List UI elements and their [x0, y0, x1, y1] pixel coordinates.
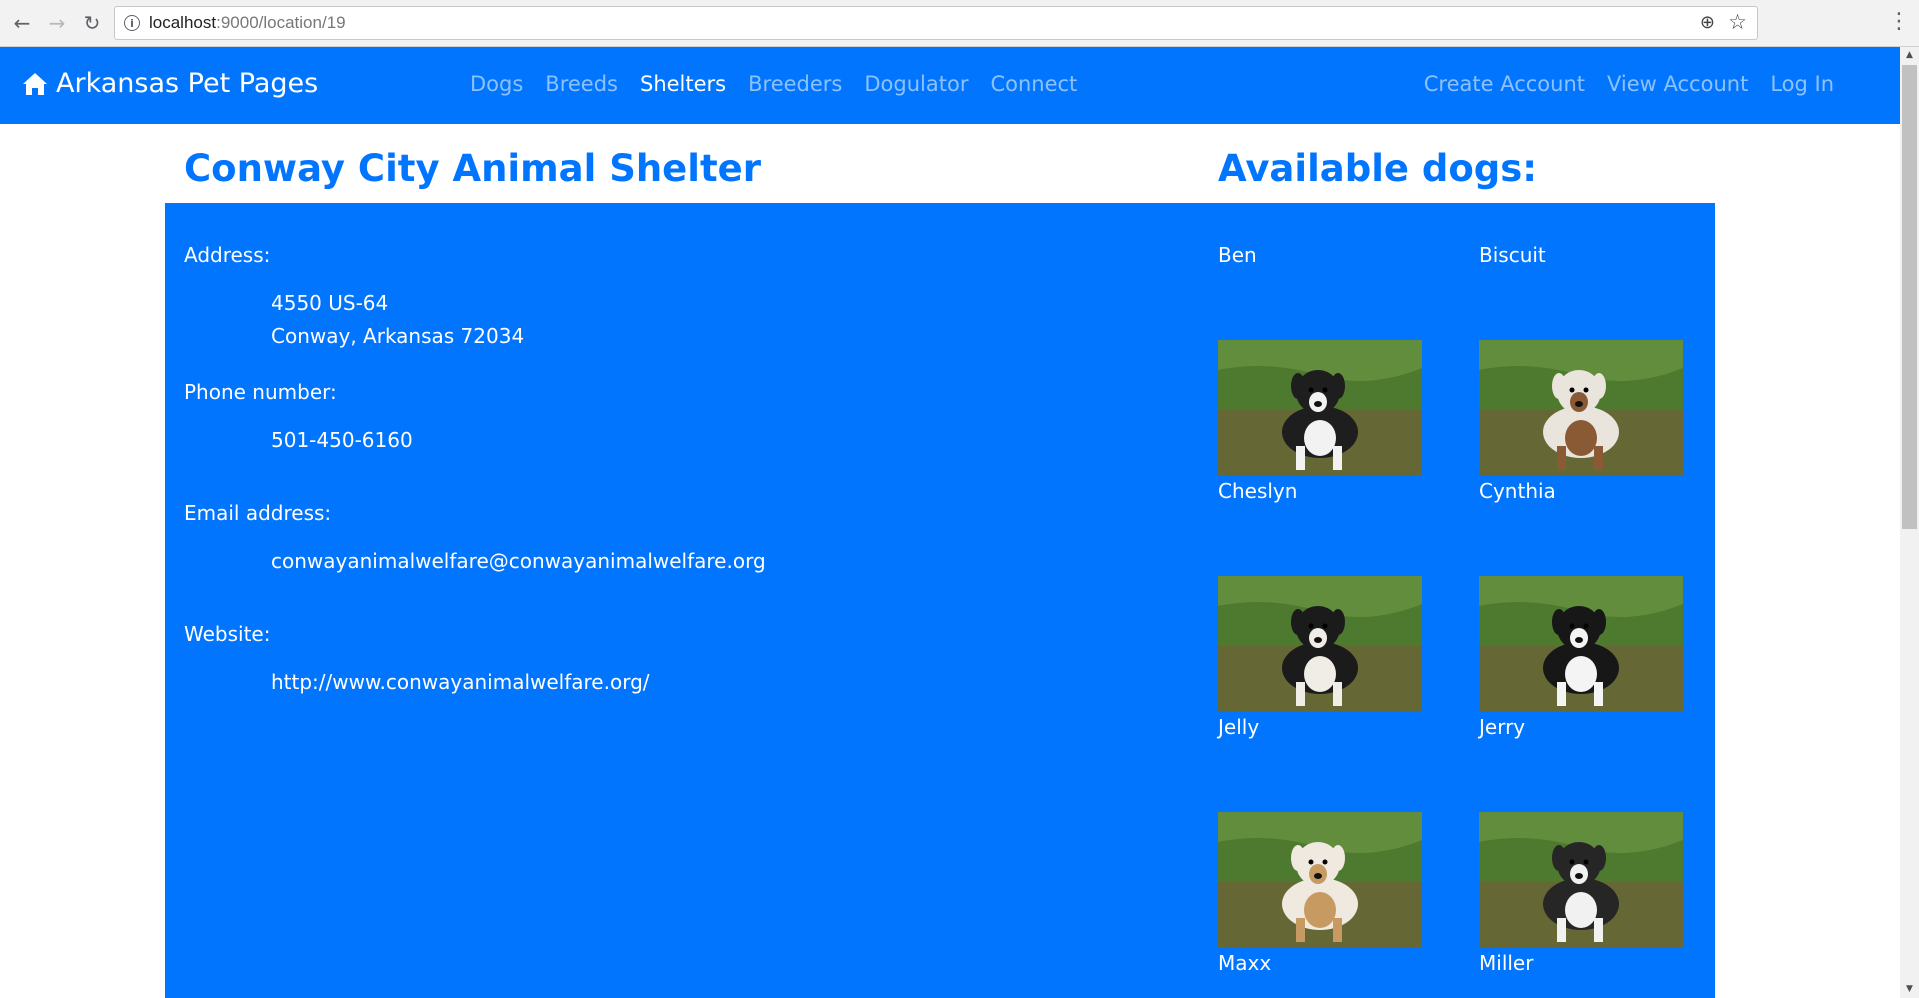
- address-label: Address:: [184, 243, 271, 267]
- main-nav: Dogs Breeds Shelters Breeders Dogulator Conne…: [470, 72, 1099, 96]
- url-path: :9000/location/19: [216, 13, 346, 32]
- reload-icon[interactable]: ↻: [79, 10, 105, 36]
- back-arrow-icon[interactable]: ←: [9, 10, 35, 36]
- nav-breeds-link[interactable]: Breeds: [545, 72, 618, 96]
- website-link[interactable]: http://www.conwayanimalwelfare.org/: [271, 666, 650, 699]
- dog-name-biscuit[interactable]: Biscuit: [1479, 243, 1546, 267]
- dog-photo-ben[interactable]: [1218, 340, 1422, 476]
- email-value[interactable]: conwayanimalwelfare@conwayanimalwelfare.…: [271, 545, 766, 578]
- dog-name-cynthia[interactable]: Cynthia: [1479, 479, 1556, 503]
- dog-name-jelly[interactable]: Jelly: [1218, 715, 1259, 739]
- nav-connect-link[interactable]: Connect: [990, 72, 1077, 96]
- address-bar[interactable]: i localhost:9000/location/19 ⊕ ☆: [114, 6, 1758, 40]
- nav-create-account-link[interactable]: Create Account: [1424, 72, 1585, 96]
- dog-name-miller[interactable]: Miller: [1479, 951, 1533, 975]
- scrollbar-thumb[interactable]: [1902, 65, 1917, 529]
- url-host: localhost: [149, 13, 217, 32]
- dog-name-cheslyn[interactable]: Cheslyn: [1218, 479, 1297, 503]
- nav-dogs-link[interactable]: Dogs: [470, 72, 523, 96]
- shelter-name: Conway City Animal Shelter: [184, 147, 761, 190]
- dog-name-jerry[interactable]: Jerry: [1479, 715, 1525, 739]
- brand-link[interactable]: Arkansas Pet Pages: [22, 68, 318, 99]
- browser-toolbar: ← → ↻ i localhost:9000/location/19 ⊕ ☆ ⋮: [0, 0, 1919, 47]
- phone-value: 501-450-6160: [271, 428, 413, 452]
- address-line1: 4550 US-64: [271, 291, 389, 315]
- shelter-details-panel: Address: 4550 US-64 Conway, Arkansas 720…: [165, 203, 1715, 998]
- phone-label: Phone number:: [184, 380, 337, 404]
- bookmark-star-icon[interactable]: ☆: [1728, 10, 1747, 34]
- address-line2: Conway, Arkansas 72034: [271, 324, 525, 348]
- nav-view-account-link[interactable]: View Account: [1607, 72, 1748, 96]
- vertical-scrollbar[interactable]: ▲ ▼: [1900, 47, 1919, 998]
- website-label: Website:: [184, 622, 271, 646]
- page: Arkansas Pet Pages Dogs Breeds Shelters Bre…: [0, 47, 1900, 998]
- account-nav: Create Account View Account Log In: [1424, 72, 1834, 96]
- available-dogs-heading: Available dogs:: [1218, 147, 1538, 190]
- browser-menu-icon[interactable]: ⋮: [1888, 9, 1910, 34]
- dog-name-ben[interactable]: Ben: [1218, 243, 1257, 267]
- dog-photo-cynthia[interactable]: [1479, 576, 1683, 712]
- brand-text: Arkansas Pet Pages: [56, 68, 319, 99]
- nav-shelters-link[interactable]: Shelters: [640, 72, 726, 96]
- dog-photo-biscuit[interactable]: [1479, 340, 1683, 476]
- forward-arrow-icon[interactable]: →: [44, 10, 70, 36]
- home-icon: [23, 72, 47, 95]
- dog-photo-jerry[interactable]: [1479, 812, 1683, 948]
- dog-name-maxx[interactable]: Maxx: [1218, 951, 1271, 975]
- info-icon[interactable]: i: [124, 15, 140, 31]
- zoom-icon[interactable]: ⊕: [1700, 12, 1715, 33]
- dog-photo-jelly[interactable]: [1218, 812, 1422, 948]
- url-text[interactable]: localhost:9000/location/19: [149, 13, 346, 33]
- dog-photo-cheslyn[interactable]: [1218, 576, 1422, 712]
- scroll-up-arrow-icon[interactable]: ▲: [1900, 47, 1919, 64]
- top-navbar: Arkansas Pet Pages Dogs Breeds Shelters Bre…: [0, 47, 1900, 124]
- nav-dogulator-link[interactable]: Dogulator: [864, 72, 968, 96]
- nav-log-in-link[interactable]: Log In: [1770, 72, 1834, 96]
- email-label: Email address:: [184, 501, 332, 525]
- nav-breeders-link[interactable]: Breeders: [748, 72, 842, 96]
- scroll-down-arrow-icon[interactable]: ▼: [1900, 981, 1919, 998]
